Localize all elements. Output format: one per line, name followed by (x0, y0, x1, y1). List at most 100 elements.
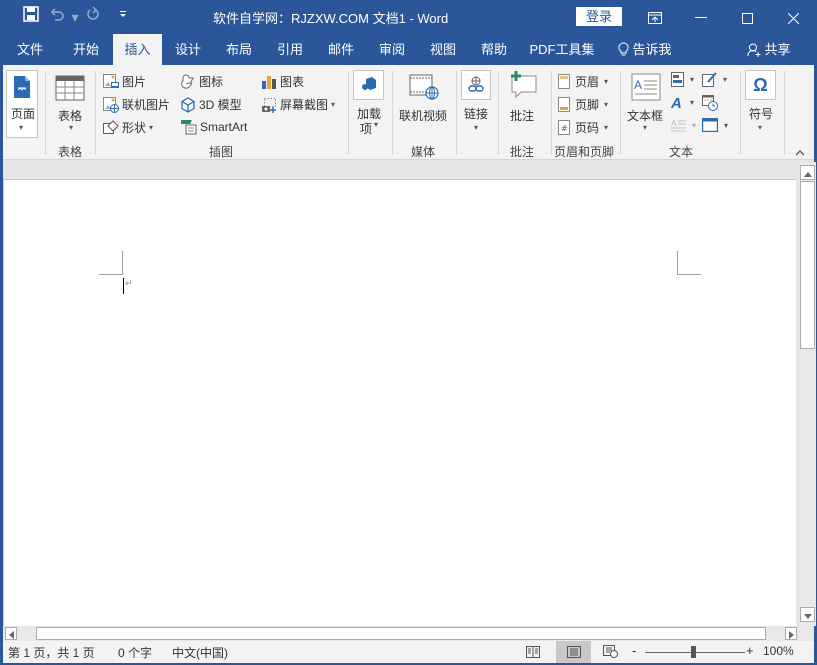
arrow-left-icon (9, 631, 14, 639)
tab-mailings[interactable]: 邮件 (317, 34, 365, 65)
share-label: 共享 (764, 42, 791, 57)
read-mode-button[interactable] (520, 641, 546, 663)
vertical-scroll-thumb[interactable] (800, 181, 815, 349)
quick-parts-icon (671, 72, 684, 87)
group-label-header-footer: 页眉和页脚 (554, 145, 615, 159)
group-separator (551, 71, 552, 155)
addins-button[interactable] (353, 70, 384, 100)
pages-dropdown-icon[interactable]: ▾ (19, 123, 23, 132)
shapes-button[interactable]: 形状 ▾ (103, 119, 153, 136)
drop-cap-dropdown-icon[interactable]: ▾ (692, 121, 696, 130)
link-button[interactable] (461, 70, 491, 100)
signature-line-button[interactable]: ▾ (702, 72, 727, 87)
close-button[interactable] (770, 0, 816, 34)
object-button[interactable]: ▾ (702, 118, 728, 132)
link-dropdown-icon[interactable]: ▾ (474, 123, 478, 132)
comment-add-icon (511, 71, 537, 99)
print-layout-button[interactable] (556, 641, 591, 663)
margin-mark-top-left (99, 251, 123, 275)
wordart-button[interactable]: A ▾ (671, 95, 694, 110)
web-layout-button[interactable] (597, 641, 623, 663)
shapes-dropdown-icon[interactable]: ▾ (149, 123, 153, 132)
signature-dropdown-icon[interactable]: ▾ (723, 75, 727, 84)
table-dropdown-icon[interactable]: ▾ (69, 123, 73, 132)
tab-insert[interactable]: 插入 (113, 34, 162, 65)
object-dropdown-icon[interactable]: ▾ (724, 121, 728, 130)
icons-button[interactable]: 图标 (180, 73, 223, 90)
quick-parts-button[interactable]: ▾ (671, 72, 694, 87)
tab-help[interactable]: 帮助 (470, 34, 518, 65)
drop-cap-button[interactable]: A ▾ (671, 118, 696, 133)
comment-label: 批注 (510, 109, 535, 123)
zoom-out-button[interactable]: - (632, 643, 636, 658)
word-count[interactable]: 0 个字 (118, 644, 152, 661)
horizontal-scrollbar[interactable] (3, 626, 814, 641)
group-separator (95, 71, 96, 155)
document-page[interactable]: ↵ (3, 179, 796, 626)
chart-button[interactable]: 图表 (261, 73, 304, 90)
textbox-label: 文本框 (627, 109, 664, 123)
undo-dropdown-icon[interactable]: ▾ (70, 6, 80, 28)
date-time-button[interactable] (702, 95, 718, 114)
vertical-scrollbar[interactable] (799, 162, 816, 626)
collapse-ribbon-button[interactable] (795, 145, 805, 159)
screenshot-button[interactable]: 屏幕截图 ▾ (261, 96, 335, 113)
scroll-down-button[interactable] (800, 607, 815, 622)
login-button[interactable]: 登录 (576, 7, 622, 26)
zoom-in-button[interactable]: + (746, 643, 754, 658)
symbol-button[interactable]: Ω (745, 70, 776, 100)
scroll-up-button[interactable] (800, 165, 815, 180)
share-button[interactable]: 共享 (744, 34, 794, 65)
status-bar: 第 1 页，共 1 页 0 个字 中文(中国) - + 100% (3, 641, 814, 663)
screenshot-dropdown-icon[interactable]: ▾ (331, 100, 335, 109)
tab-layout[interactable]: 布局 (215, 34, 263, 65)
tab-pdf-tools[interactable]: PDF工具集 (526, 34, 598, 65)
smartart-button[interactable]: SmartArt (180, 119, 247, 135)
ribbon-display-options-button[interactable] (632, 0, 678, 34)
zoom-slider-thumb[interactable] (691, 646, 696, 658)
ribbon-tabs: 文件 开始 插入 设计 布局 引用 邮件 审阅 视图 帮助 PDF工具集 告诉我… (0, 34, 817, 65)
tab-design[interactable]: 设计 (164, 34, 212, 65)
tab-file[interactable]: 文件 (6, 34, 54, 65)
addins-icon (361, 77, 376, 90)
scroll-left-button[interactable] (5, 627, 17, 640)
footer-button[interactable]: 页脚 ▾ (558, 96, 608, 113)
group-separator (456, 71, 457, 155)
arrow-up-icon (803, 172, 812, 177)
tab-review[interactable]: 审阅 (368, 34, 416, 65)
zoom-level[interactable]: 100% (763, 644, 794, 658)
scroll-right-button[interactable] (785, 627, 797, 640)
textbox-button[interactable]: A (627, 70, 665, 106)
online-pictures-button[interactable]: 联机图片 (103, 96, 170, 113)
header-dropdown-icon[interactable]: ▾ (604, 77, 608, 86)
customize-qat-icon[interactable] (110, 6, 136, 28)
redo-icon[interactable] (80, 6, 106, 28)
language-indicator[interactable]: 中文(中国) (172, 644, 228, 661)
footer-dropdown-icon[interactable]: ▾ (604, 100, 608, 109)
3d-models-button[interactable]: 3D 模型 (180, 96, 242, 113)
minimize-button[interactable] (678, 0, 724, 34)
undo-icon[interactable] (44, 6, 70, 28)
symbol-dropdown-icon[interactable]: ▾ (758, 123, 762, 132)
save-icon[interactable] (18, 6, 44, 28)
addins-dropdown-icon[interactable]: ▾ (374, 120, 378, 137)
tell-me-search[interactable]: 告诉我 (612, 34, 678, 65)
pictures-button[interactable]: 图片 (103, 73, 146, 90)
textbox-dropdown-icon[interactable]: ▾ (643, 123, 647, 132)
page-count[interactable]: 第 1 页，共 1 页 (8, 644, 95, 661)
horizontal-scroll-thumb[interactable] (36, 627, 766, 640)
tab-view[interactable]: 视图 (419, 34, 467, 65)
maximize-button[interactable] (724, 0, 770, 34)
header-button[interactable]: 页眉 ▾ (558, 73, 608, 90)
cube-icon (181, 96, 195, 113)
wordart-dropdown-icon[interactable]: ▾ (690, 98, 694, 107)
group-label-comments: 批注 (510, 145, 535, 159)
page-number-dropdown-icon[interactable]: ▾ (604, 123, 608, 132)
online-picture-icon (103, 96, 119, 113)
tab-references[interactable]: 引用 (266, 34, 314, 65)
group-separator (784, 71, 785, 155)
tab-home[interactable]: 开始 (61, 34, 111, 65)
quick-parts-dropdown-icon[interactable]: ▾ (690, 75, 694, 84)
new-comment-button[interactable] (505, 70, 541, 110)
page-number-button[interactable]: # 页码 ▾ (558, 119, 608, 136)
